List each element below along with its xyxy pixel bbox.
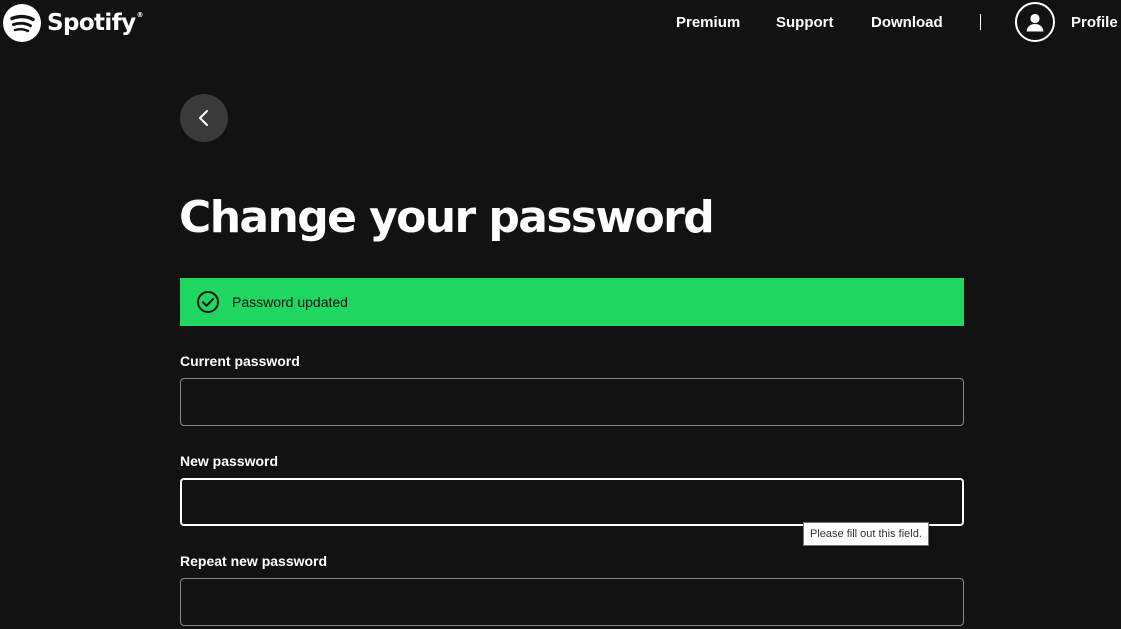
user-icon (1026, 13, 1044, 32)
repeat-password-field[interactable] (180, 578, 964, 626)
current-password-label: Current password (180, 353, 300, 369)
spotify-wordmark: Spotify® (47, 9, 144, 36)
spotify-logo-icon (3, 4, 41, 42)
alert-message: Password updated (232, 294, 348, 310)
profile-label[interactable]: Profile (1071, 13, 1118, 33)
success-alert: Password updated (180, 278, 964, 326)
validation-tooltip: Please fill out this field. (803, 522, 929, 546)
new-password-field[interactable] (180, 478, 964, 526)
current-password-field[interactable] (180, 378, 964, 426)
top-navigation-bar: Spotify® Premium Support Download Profil… (0, 0, 1121, 46)
nav-support-link[interactable]: Support (776, 13, 834, 33)
nav-divider (980, 14, 981, 30)
repeat-password-label: Repeat new password (180, 553, 328, 569)
nav-download-link[interactable]: Download (871, 13, 943, 33)
page-title: Change your password (179, 192, 715, 243)
new-password-label: New password (180, 453, 279, 469)
check-circle-icon (196, 290, 220, 314)
nav-premium-link[interactable]: Premium (676, 13, 740, 33)
spotify-logo-link[interactable]: Spotify® (3, 3, 144, 43)
chevron-left-icon (199, 110, 208, 126)
registered-mark: ® (136, 10, 144, 19)
profile-button[interactable] (1015, 2, 1055, 42)
back-button[interactable] (180, 94, 228, 142)
